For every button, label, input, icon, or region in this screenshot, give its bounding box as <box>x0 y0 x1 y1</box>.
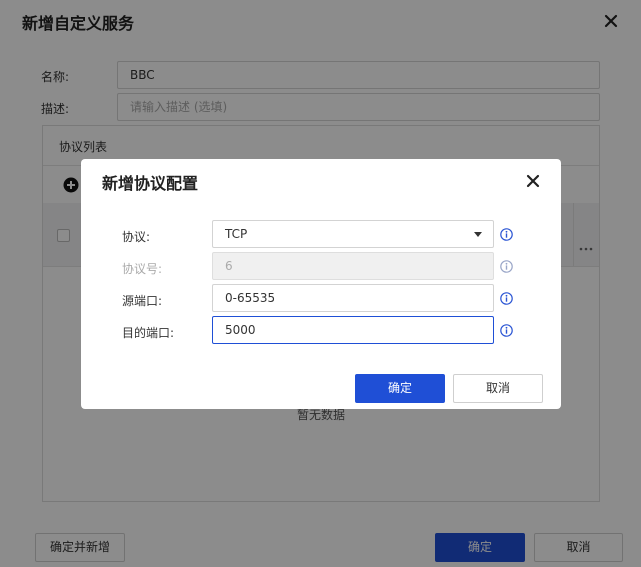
source-port-label: 源端口: <box>122 294 163 308</box>
modal-confirm-button[interactable]: 确定 <box>355 374 445 403</box>
info-icon[interactable] <box>500 324 513 337</box>
destination-port-label: 目的端口: <box>122 326 175 340</box>
protocol-select[interactable]: TCP <box>212 220 494 248</box>
add-protocol-modal: 新增协议配置 协议: TCP 协议号: 6 源端口: 0-65535 目的端口:… <box>81 159 561 409</box>
destination-port-input[interactable]: 5000 <box>212 316 494 344</box>
info-icon[interactable] <box>500 228 513 241</box>
protocol-number-label: 协议号: <box>122 262 163 276</box>
protocol-label: 协议: <box>122 230 151 244</box>
info-icon[interactable] <box>500 292 513 305</box>
modal-cancel-button[interactable]: 取消 <box>453 374 543 403</box>
protocol-number-input: 6 <box>212 252 494 280</box>
info-icon[interactable] <box>500 260 513 273</box>
caret-down-icon <box>474 232 482 237</box>
close-icon[interactable] <box>523 171 543 191</box>
source-port-input[interactable]: 0-65535 <box>212 284 494 312</box>
protocol-select-value: TCP <box>225 227 248 241</box>
modal-title: 新增协议配置 <box>102 174 199 193</box>
